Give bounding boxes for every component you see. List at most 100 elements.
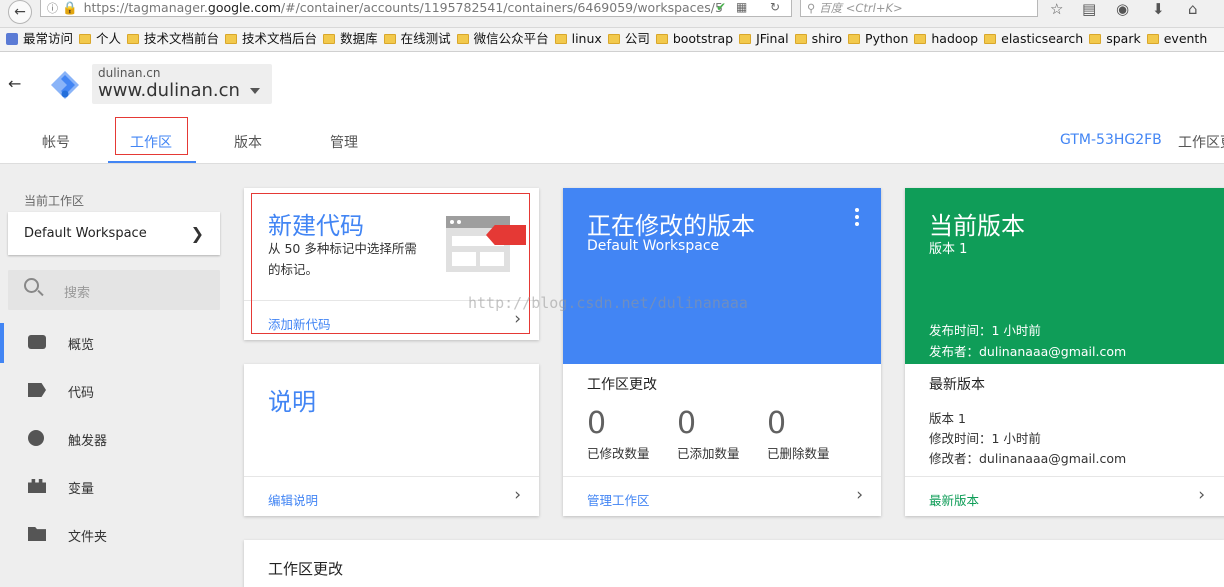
- tag-icon: [28, 383, 46, 397]
- bookmark-folder[interactable]: shiro: [794, 28, 843, 50]
- sidebar-item-label: 文件夹: [68, 530, 108, 545]
- bookmark-folder[interactable]: eventh: [1146, 28, 1208, 50]
- folder-icon: [79, 34, 92, 44]
- bookmark-folder[interactable]: Python: [848, 28, 908, 50]
- bookmark-label: linux: [571, 31, 602, 46]
- bookmark-label: 技术文档后台: [242, 31, 318, 46]
- app-header: ← dulinan.cn www.dulinan.cn 帐号 工作区 版本 管理…: [0, 52, 1224, 164]
- folder-icon: [323, 34, 336, 44]
- search-engine-input[interactable]: ⚲ 百度 <Ctrl+K>: [800, 0, 1038, 17]
- variable-icon: [28, 479, 46, 493]
- bookmark-folder[interactable]: 在线测试: [383, 28, 451, 50]
- chevron-right-icon[interactable]: ›: [514, 485, 521, 505]
- bookmark-label: 最常访问: [23, 31, 74, 46]
- container-selector[interactable]: dulinan.cn www.dulinan.cn: [92, 64, 272, 104]
- sidebar-search[interactable]: 搜索: [8, 270, 220, 310]
- search-icon: ⚲: [807, 1, 820, 15]
- editing-version-header: 正在修改的版本 Default Workspace: [563, 188, 881, 364]
- folder-icon: [225, 34, 238, 44]
- bookmark-label: 技术文档前台: [144, 31, 220, 46]
- active-tab-underline: [108, 161, 196, 163]
- bookmark-folder[interactable]: JFinal: [739, 28, 789, 50]
- home-icon[interactable]: ⌂: [1188, 0, 1198, 18]
- latest-version-heading: 最新版本: [929, 377, 985, 393]
- bookmark-label: elasticsearch: [1001, 31, 1084, 46]
- folder-icon: [607, 34, 620, 44]
- chevron-right-icon[interactable]: ›: [1198, 485, 1205, 505]
- back-arrow-icon[interactable]: ←: [8, 74, 21, 93]
- bookmark-label: JFinal: [756, 31, 789, 46]
- library-icon[interactable]: ▤: [1082, 0, 1096, 18]
- sidebar-item-variables[interactable]: 变量: [0, 467, 240, 507]
- more-vert-icon[interactable]: [855, 208, 859, 229]
- qr-code-icon[interactable]: ▦: [736, 0, 747, 14]
- sidebar-item-label: 代码: [68, 386, 95, 401]
- bookmark-label: 在线测试: [400, 31, 451, 46]
- bookmark-folder[interactable]: bootstrap: [655, 28, 733, 50]
- bookmarks-bar: 最常访问 个人 技术文档前台 技术文档后台 数据库 在线测试 微信公众平台 linux 公司 bo…: [0, 28, 1224, 52]
- editing-version-subtitle: Default Workspace: [587, 238, 720, 254]
- container-id[interactable]: GTM-53HG2FB: [1060, 132, 1162, 148]
- bookmark-star-icon[interactable]: ☆: [1050, 0, 1063, 18]
- bookmark-folder[interactable]: 数据库: [323, 28, 378, 50]
- current-workspace-label: 当前工作区: [24, 194, 85, 208]
- bookmark-folder[interactable]: spark: [1089, 28, 1141, 50]
- shield-icon[interactable]: ✔: [716, 0, 726, 14]
- current-version-card: 当前版本 版本 1 发布时间：1 小时前 发布者：dulinanaaa@gmai…: [905, 188, 1224, 516]
- bookmark-most-visited[interactable]: 最常访问: [6, 28, 73, 50]
- tab-account[interactable]: 帐号: [42, 132, 70, 152]
- highlight-box: [115, 117, 188, 155]
- tab-versions[interactable]: 版本: [234, 132, 262, 152]
- search-placeholder: 搜索: [64, 286, 91, 301]
- current-version-number: 版本 1: [929, 242, 968, 257]
- bookmark-label: shiro: [811, 31, 843, 46]
- chevron-right-icon[interactable]: ›: [856, 485, 863, 505]
- lock-icon: 🔒: [62, 0, 78, 15]
- bookmark-folder[interactable]: 技术文档前台: [127, 28, 219, 50]
- folder-icon: [554, 34, 567, 44]
- sidebar-item-triggers[interactable]: 触发器: [0, 419, 240, 459]
- bookmark-label: hadoop: [931, 31, 979, 46]
- info-icon[interactable]: ⓘ: [47, 2, 58, 15]
- bookmark-label: eventh: [1163, 31, 1208, 46]
- tab-admin[interactable]: 管理: [330, 132, 358, 152]
- folder-icon: [383, 34, 396, 44]
- sidebar-item-folders[interactable]: 文件夹: [0, 515, 240, 555]
- bookmark-folder[interactable]: 个人: [79, 28, 121, 50]
- download-icon[interactable]: ⬇: [1152, 0, 1165, 18]
- bookmark-folder[interactable]: elasticsearch: [984, 28, 1083, 50]
- latest-version-link[interactable]: 最新版本: [929, 490, 979, 509]
- workspace-changes-title: 工作区更改: [268, 560, 344, 578]
- caret-down-icon: [250, 88, 260, 94]
- current-version-header: 当前版本 版本 1 发布时间：1 小时前 发布者：dulinanaaa@gmai…: [905, 188, 1224, 364]
- reload-icon[interactable]: ↻: [770, 0, 780, 14]
- bookmark-folder[interactable]: hadoop: [914, 28, 978, 50]
- url-input[interactable]: ⓘ 🔒 https://tagmanager.google.com/#/contai…: [40, 0, 792, 17]
- edit-description-link[interactable]: 编辑说明: [268, 490, 318, 509]
- workspace-changes-heading: 工作区更改: [587, 377, 657, 393]
- manage-workspace-link[interactable]: 管理工作区: [587, 490, 650, 509]
- container-name: www.dulinan.cn: [98, 80, 240, 101]
- bookmark-folder[interactable]: 微信公众平台: [456, 28, 549, 50]
- description-card[interactable]: 说明 编辑说明 ›: [244, 364, 539, 516]
- publisher: 发布者：dulinanaaa@gmail.com: [929, 344, 1127, 359]
- workspace-changes-link[interactable]: 工作区更: [1178, 132, 1224, 152]
- bookmark-folder[interactable]: 技术文档后台: [225, 28, 317, 50]
- back-icon[interactable]: ←: [8, 0, 32, 24]
- current-version-title: 当前版本: [929, 212, 1025, 240]
- chevron-right-icon: ❯: [190, 224, 204, 243]
- trigger-icon: [28, 430, 44, 446]
- most-visited-icon: [6, 33, 18, 45]
- bookmark-folder[interactable]: linux: [554, 28, 602, 50]
- folder-icon: [794, 34, 807, 44]
- workspace-name: Default Workspace: [24, 226, 147, 241]
- folder-icon: [848, 34, 861, 44]
- bookmark-folder[interactable]: 公司: [607, 28, 650, 50]
- bookmark-label: 微信公众平台: [473, 31, 549, 46]
- pocket-icon[interactable]: ◉: [1116, 0, 1129, 18]
- workspace-selector[interactable]: Default Workspace ❯: [8, 212, 220, 255]
- bookmark-label: Python: [865, 31, 909, 46]
- active-indicator: [0, 323, 4, 363]
- sidebar-item-tags[interactable]: 代码: [0, 371, 240, 411]
- sidebar-item-overview[interactable]: 概览: [0, 323, 240, 363]
